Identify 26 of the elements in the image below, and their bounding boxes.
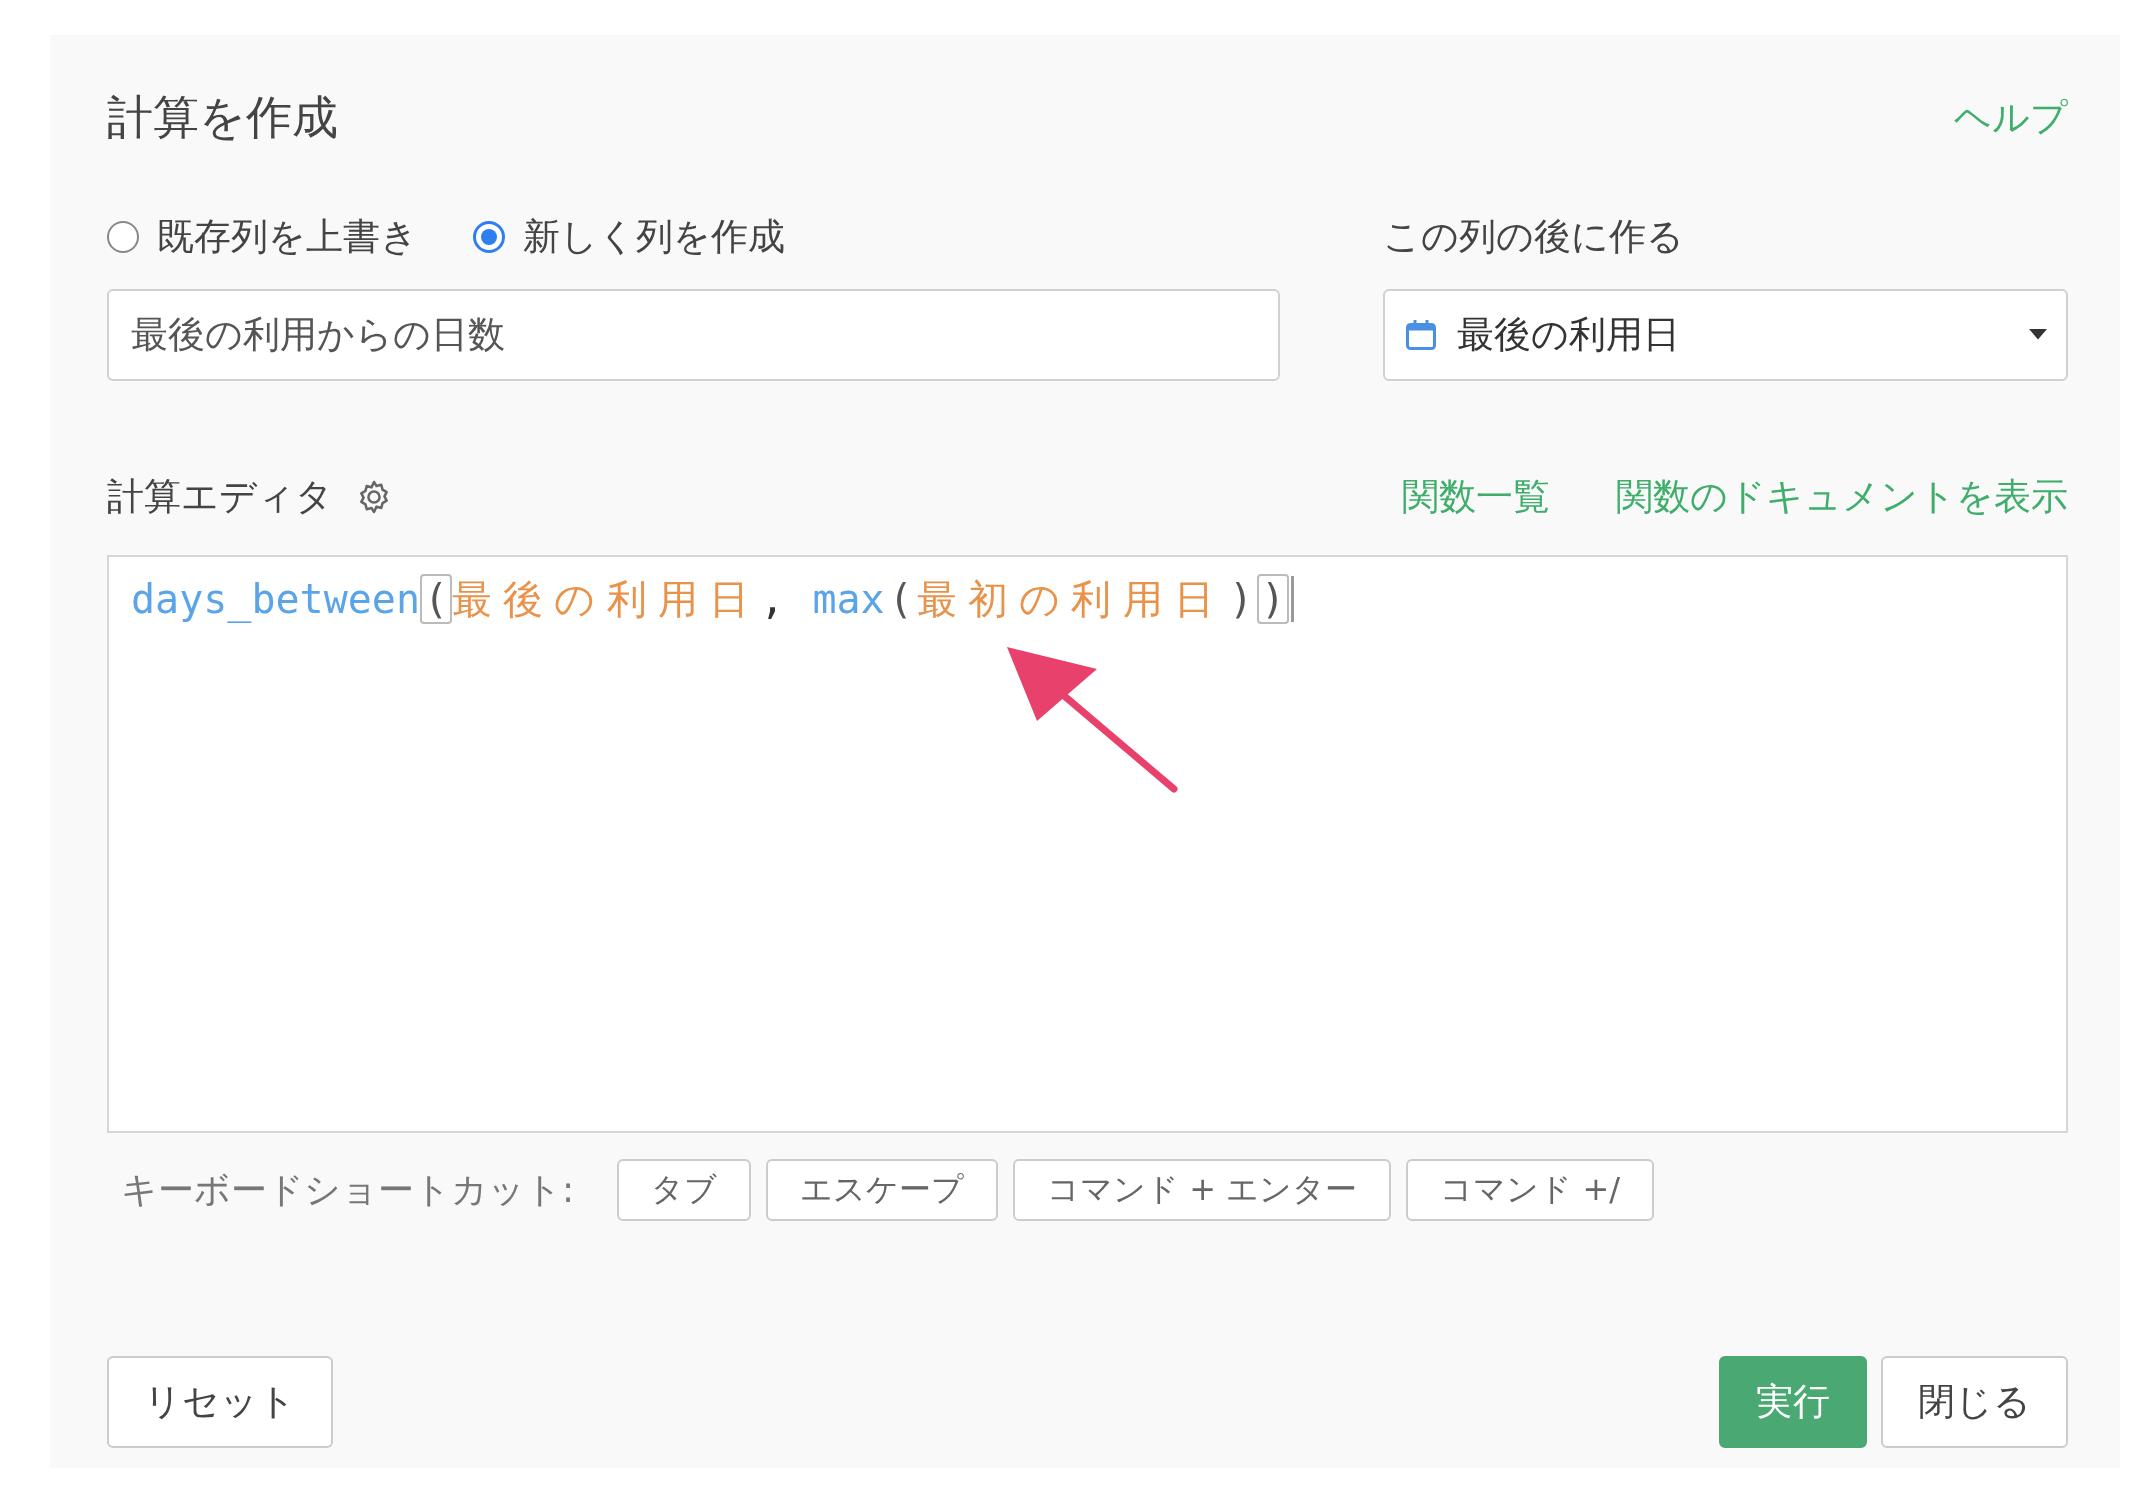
shortcut-key: エスケープ (766, 1159, 999, 1221)
editor-label: 計算エディタ (107, 474, 333, 520)
code-paren: ( (887, 575, 914, 624)
code-comma: , (760, 576, 785, 622)
shortcut-key: コマンド + エンター (1013, 1159, 1392, 1221)
code-column: 最初の利用日 (916, 571, 1225, 627)
code-editor[interactable]: days_between(最後の利用日, max(最初の利用日) ) (107, 555, 2068, 1133)
reset-button[interactable]: リセット (107, 1356, 333, 1448)
code-function: days_between (131, 576, 420, 622)
column-dropdown[interactable]: 最後の利用日 (1383, 289, 2068, 381)
code-paren: ) (1257, 574, 1290, 624)
radio-option[interactable]: 新しく列を作成 (473, 212, 785, 262)
code-paren: ( (420, 574, 453, 624)
shortcut-key: タブ (617, 1159, 752, 1221)
shortcut-key: コマンド +/ (1406, 1159, 1655, 1221)
close-button[interactable]: 閉じる (1881, 1356, 2068, 1448)
text-cursor (1291, 576, 1295, 622)
radio-option[interactable]: 既存列を上書き (107, 212, 418, 262)
code-column: 最後の利用日 (452, 571, 761, 627)
dialog-title: 計算を作成 (107, 89, 338, 146)
code-function: max (812, 576, 885, 622)
shortcuts-label: キーボードショートカット: (121, 1167, 575, 1212)
code-paren: ) (1227, 575, 1254, 624)
column-name-field[interactable]: 最後の利用からの日数 (107, 289, 1281, 381)
caret-icon (2028, 329, 2048, 341)
position-label: この列の後に作る (1383, 214, 1686, 260)
